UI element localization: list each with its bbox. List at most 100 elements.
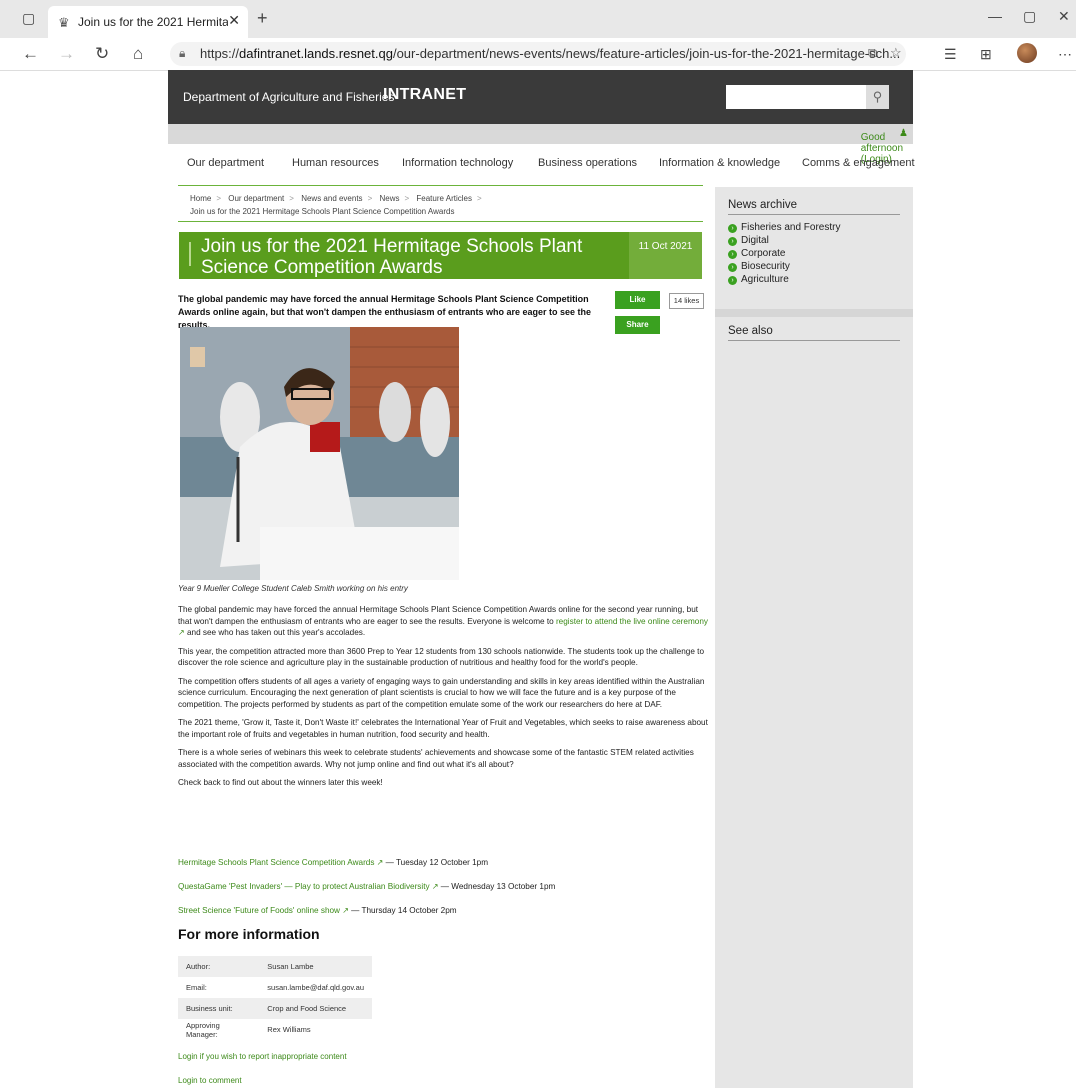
event-link[interactable]: Hermitage Schools Plant Science Competit…	[178, 858, 374, 867]
see-also-heading: See also	[728, 325, 900, 341]
sidebar: News archive › Fisheries and Forestry › Di…	[715, 187, 913, 1088]
page-title: Join us for the 2021 Hermitage Schools P…	[201, 236, 583, 278]
nav-comms-engagement[interactable]: Comms & engagement	[802, 157, 915, 169]
info-key: Email:	[186, 983, 207, 992]
greeting-login-link[interactable]: ♟ Good afternoon (Login)	[861, 128, 908, 165]
lock-icon: 🔒︎	[179, 46, 186, 60]
browser-tab-bar: ▢ ♛ Join us for the 2021 Hermitage S ✕ +…	[0, 0, 1076, 38]
more-info-heading: For more information	[178, 926, 320, 942]
breadcrumb: Home > Our department > News and events > N…	[178, 185, 703, 222]
home-icon[interactable]: ⌂	[133, 44, 143, 64]
forward-icon[interactable]: →	[58, 44, 75, 64]
like-button[interactable]: Like	[615, 291, 660, 309]
search-icon[interactable]: ⚲	[866, 85, 889, 109]
crumb-home[interactable]: Home	[190, 194, 211, 203]
info-table: Author: Susan Lambe Email: susan.lambe@daf…	[178, 956, 372, 1040]
greeting-bar: ♟ Good afternoon (Login)	[168, 124, 913, 165]
refresh-icon[interactable]: ↻	[95, 44, 109, 64]
intranet-page: Department of Agriculture and Fisheries …	[168, 70, 915, 1088]
archive-item-agriculture[interactable]: › Agriculture	[728, 274, 789, 285]
archive-item-biosecurity[interactable]: › Biosecurity	[728, 261, 790, 272]
url-field[interactable]: 🔒︎ https://dafintranet.lands.resnet.qg/o…	[170, 42, 906, 66]
comment-login-link[interactable]: Login to comment	[178, 1076, 242, 1085]
table-row: Author: Susan Lambe	[178, 956, 372, 977]
info-value: Crop and Food Science	[267, 1004, 347, 1013]
archive-item-fisheries[interactable]: › Fisheries and Forestry	[728, 222, 840, 233]
article-photo	[180, 327, 459, 580]
info-value: susan.lambe@daf.qld.gov.au	[267, 983, 364, 992]
chevron-right-icon: ›	[728, 276, 737, 285]
crumb-our-department[interactable]: Our department	[228, 194, 284, 203]
register-link[interactable]: register to attend the live online cerem…	[556, 617, 708, 626]
main-nav: Our department Human resources Informati…	[168, 152, 915, 176]
archive-item-digital[interactable]: › Digital	[728, 235, 769, 246]
report-login-link[interactable]: Login if you wish to report inappropriat…	[178, 1052, 347, 1061]
crumb-news[interactable]: News	[379, 194, 399, 203]
search-input[interactable]	[726, 85, 874, 109]
collections-icon[interactable]: ⊞	[980, 46, 992, 63]
body-paragraph: This year, the competition attracted mor…	[178, 646, 704, 668]
info-value: Rex Williams	[267, 1025, 311, 1034]
event-item: QuestaGame 'Pest Invaders' — Play to pro…	[178, 882, 556, 891]
table-row: Business unit: Crop and Food Science	[178, 998, 372, 1019]
chevron-right-icon: ›	[728, 224, 737, 233]
favorite-star-icon[interactable]: ☆	[890, 45, 902, 61]
body-paragraph: The competition offers students of all a…	[178, 676, 705, 709]
event-link[interactable]: QuestaGame 'Pest Invaders' — Play to pro…	[178, 882, 430, 891]
info-key: Approving Manager:	[186, 1020, 220, 1039]
chevron-right-icon: ›	[728, 237, 737, 246]
tab-actions-icon[interactable]: ▢	[22, 10, 35, 27]
archive-item-corporate[interactable]: › Corporate	[728, 248, 785, 259]
body-paragraph: Check back to find out about the winners…	[178, 778, 383, 787]
close-tab-icon[interactable]: ✕	[228, 12, 240, 29]
profile-avatar[interactable]	[1017, 43, 1037, 63]
crumb-feature-articles[interactable]: Feature Articles	[416, 194, 472, 203]
browser-tab[interactable]: ♛ Join us for the 2021 Hermitage S ✕	[48, 6, 248, 38]
site-header: Department of Agriculture and Fisheries …	[168, 70, 913, 124]
info-key: Author:	[186, 962, 211, 971]
external-link-icon: ↗	[178, 628, 185, 637]
site-favicon-icon: ♛	[58, 15, 70, 30]
photo-caption: Year 9 Mueller College Student Caleb Smi…	[178, 584, 408, 593]
nav-human-resources[interactable]: Human resources	[292, 157, 379, 169]
info-key: Business unit:	[186, 1004, 233, 1013]
share-button[interactable]: Share	[615, 316, 660, 334]
table-row: Approving Manager: Rex Williams	[178, 1019, 372, 1040]
event-item: Hermitage Schools Plant Science Competit…	[178, 858, 489, 867]
department-name[interactable]: Department of Agriculture and Fisheries	[183, 90, 394, 104]
external-link-icon: ↗	[339, 906, 349, 915]
favorites-icon[interactable]: ☰	[944, 46, 957, 63]
event-item: Street Science 'Future of Foods' online …	[178, 906, 457, 915]
nav-information-knowledge[interactable]: Information & knowledge	[659, 157, 780, 169]
address-bar-row: ← → ↻ ⌂ 🔒︎ https://dafintranet.lands.res…	[0, 38, 1076, 71]
nav-our-department[interactable]: Our department	[187, 157, 264, 169]
close-window-icon[interactable]: ✕	[1058, 8, 1070, 25]
article-body: The global pandemic may have forced the …	[178, 604, 708, 796]
article-date: 11 Oct 2021	[629, 232, 702, 279]
nav-business-operations[interactable]: Business operations	[538, 157, 637, 169]
tab-title: Join us for the 2021 Hermitage S	[78, 15, 228, 29]
news-archive-heading: News archive	[728, 199, 900, 215]
chevron-right-icon: ›	[728, 250, 737, 259]
likes-count: 14 likes	[669, 293, 704, 309]
back-icon[interactable]: ←	[22, 44, 39, 64]
crumb-news-events[interactable]: News and events	[301, 194, 362, 203]
article-title-bar: Join us for the 2021 Hermitage Schools P…	[179, 232, 702, 279]
body-paragraph: The 2021 theme, 'Grow it, Taste it, Don'…	[178, 718, 708, 739]
body-paragraph: There is a whole series of webinars this…	[178, 748, 694, 769]
event-link[interactable]: Street Science 'Future of Foods' online …	[178, 906, 340, 915]
external-link-icon: ↗	[429, 882, 439, 891]
maximize-icon[interactable]: ▢	[1023, 8, 1036, 25]
reading-view-icon[interactable]: ⧉	[868, 45, 877, 61]
more-menu-icon[interactable]: ⋯	[1058, 46, 1072, 63]
body-paragraph: The global pandemic may have forced the …	[178, 605, 708, 637]
crumb-current: Join us for the 2021 Hermitage Schools P…	[190, 207, 455, 216]
table-row: Email: susan.lambe@daf.qld.gov.au	[178, 977, 372, 998]
info-value: Susan Lambe	[267, 962, 314, 971]
minimize-icon[interactable]: —	[988, 8, 1002, 24]
title-accent	[189, 242, 191, 266]
sidebar-divider	[715, 309, 913, 317]
intranet-logo[interactable]: INTRANET	[383, 86, 466, 104]
new-tab-icon[interactable]: +	[257, 8, 268, 29]
nav-information-technology[interactable]: Information technology	[402, 157, 513, 169]
